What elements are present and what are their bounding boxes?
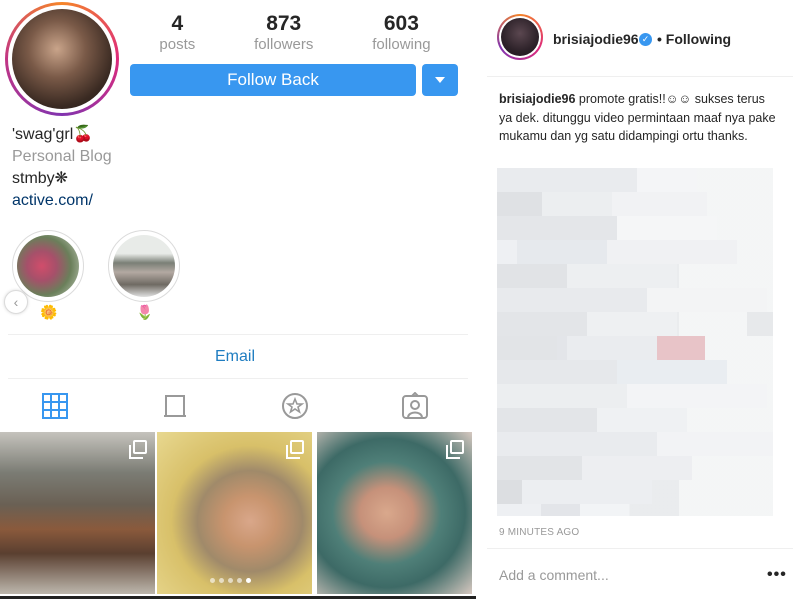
grid-post-3[interactable] (317, 432, 472, 594)
email-button[interactable]: Email (0, 348, 470, 366)
story-highlight-2[interactable] (108, 230, 180, 302)
post-author-username[interactable]: brisiajodie96 (553, 31, 639, 47)
profile-bio-text: stmby❋ (12, 170, 69, 187)
following-count: 603 (383, 12, 419, 35)
posts-count: 4 (171, 12, 184, 35)
stat-following[interactable]: 603 following (372, 12, 430, 54)
profile-category: Personal Blog (12, 148, 112, 165)
profile-panel: 4 posts 873 followers 603 following Foll… (0, 0, 476, 599)
post-grid (0, 432, 476, 599)
multiple-photos-icon (446, 440, 464, 459)
caption-username[interactable]: brisiajodie96 (499, 92, 575, 106)
tv-icon[interactable] (161, 392, 189, 420)
divider (487, 76, 793, 77)
saved-icon[interactable] (281, 392, 309, 420)
more-options-icon[interactable]: ••• (767, 566, 787, 584)
verified-badge-icon: ✓ (639, 33, 652, 46)
following-label: following (372, 36, 431, 53)
grid-post-1[interactable] (0, 432, 155, 594)
posts-label: posts (159, 36, 196, 53)
carousel-dots (210, 578, 251, 583)
comment-input[interactable]: Add a comment... (499, 567, 609, 583)
followers-count: 873 (266, 12, 302, 35)
grid-post-2[interactable] (157, 432, 312, 594)
multiple-photos-icon (286, 440, 304, 459)
profile-stats: 4 posts 873 followers 603 following (130, 12, 460, 54)
divider (8, 378, 468, 379)
profile-bio: 'swag'grl🍒 Personal Blog stmby❋ active.c… (12, 124, 112, 212)
post-panel: brisiajodie96 ✓ • Following brisiajodie9… (487, 0, 793, 599)
divider (8, 334, 468, 335)
chevron-down-icon (435, 77, 445, 83)
profile-name: 'swag'grl🍒 (12, 126, 94, 143)
suggestions-dropdown-button[interactable] (422, 64, 458, 96)
highlight-1-label: 🌼 (40, 304, 58, 320)
profile-avatar[interactable] (5, 2, 119, 116)
post-timestamp: 9 MINUTES AGO (499, 527, 580, 538)
highlights-prev-button[interactable]: ‹ (4, 290, 28, 314)
grid-icon[interactable] (41, 392, 69, 420)
multiple-photos-icon (129, 440, 147, 459)
highlight-2-label: 🌷 (136, 304, 154, 320)
follow-back-button[interactable]: Follow Back (130, 64, 416, 96)
post-author-avatar[interactable] (497, 14, 543, 60)
stat-followers[interactable]: 873 followers (254, 12, 313, 54)
tagged-icon[interactable] (401, 392, 429, 420)
pixelated-comment-region (497, 168, 773, 516)
divider (487, 548, 793, 549)
following-button[interactable]: • Following (657, 31, 731, 47)
profile-link[interactable]: active.com/ (12, 190, 112, 212)
followers-label: followers (254, 36, 314, 53)
post-caption: brisiajodie96 promote gratis!!☺☺ sukses … (499, 90, 779, 146)
stat-posts[interactable]: 4 posts (159, 12, 195, 54)
